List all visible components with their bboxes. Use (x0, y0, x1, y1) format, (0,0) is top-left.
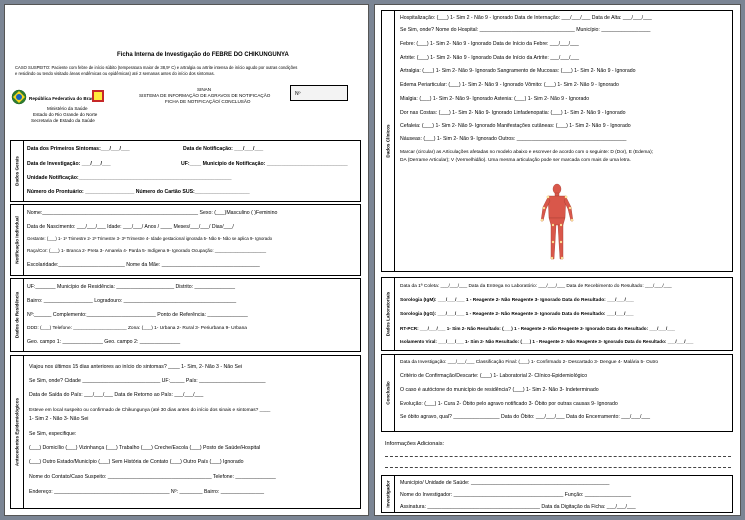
section-tab: Notificação Individual (11, 205, 24, 275)
section-tab: Dados Clínicos (382, 11, 395, 271)
section-tab: Antecedentes Epidemiológicos (11, 356, 24, 508)
nauseas-field[interactable]: Náuseas: (___) 1- Sim 2- Não 9- Ignorado… (400, 136, 626, 142)
header-ficha: FICHA DE NOTIFICAÇÃO/ CONCLUSÃO (165, 99, 251, 104)
articulacoes-instructions-2: DA (Derrame Articular); V (Vermelhidão).… (400, 158, 631, 163)
form-page-right: Dados Clínicos Hospitalização: (___) 1- … (374, 4, 741, 516)
data-investigacao-field[interactable]: Data de Investigação: ___/___/___ (27, 161, 111, 167)
isolamento-viral-field[interactable]: Isolamento Viral: ___/___/___ 1- Sim 2- … (400, 339, 693, 345)
hospitalizacao-field[interactable]: Hospitalização: (___) 1- Sim 2 - Não 9 -… (400, 15, 652, 21)
artralgia-field[interactable]: Artralgia: (___) 1- Sim 2- Não 9- Ignora… (400, 68, 636, 74)
endereco-field[interactable]: Endereço: ______________________________… (29, 489, 264, 495)
section-dados-clinicos: Dados Clínicos Hospitalização: (___) 1- … (381, 10, 733, 272)
informacoes-adicionais-line-2[interactable] (385, 467, 731, 468)
section-dados-gerais: Dados Gerais Data dos Primeiros Sintomas… (10, 140, 361, 202)
viajou-field[interactable]: Viajou nos últimos 15 dias anteriores ao… (29, 364, 242, 370)
telefone-zona-field[interactable]: DDD: (___) Telefone: ___________________… (27, 326, 247, 332)
nome-contato-field[interactable]: Nome do Contato/Caso Suspeito: _________… (29, 474, 276, 480)
gestante-field[interactable]: Gestante: (___) 1- 1º Trimestre 2- 2º Tr… (27, 236, 272, 242)
data-investigacao-conclusao-field[interactable]: Data da Investigação: ___/___/___ Classi… (400, 360, 658, 366)
section-tab: Investigador (382, 476, 395, 512)
numero-label: Nº (295, 91, 301, 97)
criterio-confirmacao-field[interactable]: Critério de Confirmação/Descarte: (___) … (400, 373, 587, 379)
brazil-coat-of-arms-icon (11, 89, 27, 105)
evolucao-field[interactable]: Evolução: (___) 1- Cura 2- Óbito pelo ag… (400, 401, 618, 407)
numero-complemento-field[interactable]: Nº:______ Complemento:__________________… (27, 312, 248, 318)
dor-costas-field[interactable]: Dor nas Costas: (___) 1- Sim 2- Não 9- I… (400, 110, 625, 116)
hospital-field[interactable]: Se Sim, onde? Nome do Hospital: ________… (400, 27, 650, 33)
form-page-left: Ficha Interna de Investigação do FEBRE D… (4, 4, 369, 516)
raca-cor-field[interactable]: Raça/Cor: (___) 1- Branca 2- Preta 3- Am… (27, 248, 266, 254)
escolaridade-field[interactable]: Escolaridade:_______________________ Nom… (27, 262, 260, 268)
municipio-unidade-field[interactable]: Município/ Unidade de Saúde: ___________… (400, 480, 609, 486)
section-dados-residencia: Dados de Residência UF:_______ Município… (10, 278, 361, 352)
section-conclusao: Conclusão Data da Investigação: ___/___/… (381, 354, 733, 432)
local-suspeito-options: 1- Sim 2 - Não 3- Não Sei (29, 416, 89, 422)
section-tab: Dados de Residência (11, 279, 24, 351)
sorologia-igg-field[interactable]: Sorologia (IgG): ___/___/___ 1 - Reagent… (400, 312, 634, 318)
header-secretariat: Secretaria de Estado da Saúde (31, 118, 95, 123)
data-notificacao-field[interactable]: Data de Notificação: ___/___/___ (183, 146, 263, 152)
section-tab: Conclusão (382, 355, 395, 431)
obito-encerramento-field[interactable]: Se óbito agravo, qual? ________________ … (400, 414, 650, 420)
unidade-notificacao-field[interactable]: Unidade Notificação:____________________… (27, 175, 232, 181)
section-tab: Dados Gerais (11, 141, 24, 201)
informacoes-adicionais-line-1[interactable] (385, 456, 731, 457)
data-saida-retorno-field[interactable]: Data de Saída do País: ___/___/___ Data … (29, 392, 203, 398)
assinatura-field[interactable]: Assinatura: ____________________________… (400, 504, 636, 510)
mialgia-field[interactable]: Mialgia: (___) 1- Sim 2- Não 9- Ignorado… (400, 96, 589, 102)
header-country: República Federativa do Brasil (29, 96, 97, 101)
section-notificacao-individual: Notificação Individual Nome:____________… (10, 204, 361, 276)
geo-campo-field[interactable]: Geo. campo 1: ______________ Geo. campo … (27, 339, 180, 345)
bairro-logradouro-field[interactable]: Bairro: _________________ Logradouro: __… (27, 298, 236, 304)
local-options-row-1[interactable]: (___) Domicílio (___) Vizinhança (___) T… (29, 445, 260, 451)
caso-suspeito-line-2: e residindo ou tendo visitado áreas endê… (15, 71, 215, 76)
municipio-notificacao-field[interactable]: UF:____ Município de Notificação: ______… (181, 161, 348, 167)
state-logo-icon (92, 90, 104, 102)
data-nascimento-field[interactable]: Data de Nascimento: ___/___/___ Idade: _… (27, 224, 234, 230)
data-primeiros-sintomas-field[interactable]: Data dos Primeiros Sintomas:___/___/___ (27, 146, 130, 152)
artrite-field[interactable]: Artrite: (___) 1- Sim 2- Não 9 - Ignorad… (400, 55, 579, 61)
sorologia-igm-field[interactable]: Sorologia (IgM): ___/___/___ 1 - Reagent… (400, 298, 634, 304)
febre-field[interactable]: Febre: (___) 1- Sim 2- Não 9 - Ignorado … (400, 41, 579, 47)
local-options-row-2[interactable]: (___) Outro Estado/Município (___) Sem H… (29, 459, 244, 465)
rt-pcr-field[interactable]: RT-PCR: ___/___/___ 1- Sim 2- Não Result… (400, 326, 675, 332)
body-joints-diagram[interactable] (532, 183, 582, 263)
numero-prontuario-field[interactable]: Número do Prontuário: _________________ … (27, 189, 250, 195)
informacoes-adicionais-label: Informações Adicionais: (385, 441, 445, 447)
section-investigador: Investigador Município/ Unidade de Saúde… (381, 475, 733, 513)
uf-municipio-residencia-field[interactable]: UF:_______ Município de Residência: ____… (27, 284, 235, 290)
edema-field[interactable]: Edema Periarticular: (___) 1- Sim 2- Não… (400, 82, 619, 88)
nome-field[interactable]: Nome:___________________________________… (27, 210, 277, 216)
section-antecedentes-epidemiologicos: Antecedentes Epidemiológicos Viajou nos … (10, 355, 361, 509)
caso-autoctone-field[interactable]: O caso é autóctone do município de resid… (400, 387, 599, 393)
form-title: Ficha Interna de Investigação do FEBRE D… (117, 52, 289, 58)
nome-investigador-field[interactable]: Nome do Investigador: __________________… (400, 492, 631, 498)
section-tab: Dados Laboratoriais (382, 278, 395, 350)
section-dados-laboratoriais: Dados Laboratoriais Data da 1ª Coleta: _… (381, 277, 733, 351)
especifique-label: Se Sim, especifique: (29, 431, 77, 437)
viagem-cidade-field[interactable]: Se Sim, onde? Cidade ___________________… (29, 378, 266, 384)
cefaleia-field[interactable]: Cefaleia: (___) 1- Sim 2- Não 9- Ignorad… (400, 123, 631, 129)
data-coleta-field[interactable]: Data da 1ª Coleta: ___/___/___ Data da E… (400, 284, 672, 290)
articulacoes-instructions-1: Marcar (circular) as Articulações afetad… (400, 150, 654, 155)
local-suspeito-field[interactable]: Esteve em local suspeito ou confirmado d… (29, 408, 270, 414)
numero-box[interactable]: Nº (290, 85, 348, 101)
